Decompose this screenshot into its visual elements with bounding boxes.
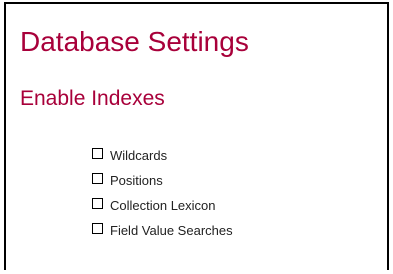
field-value-searches-checkbox[interactable] bbox=[92, 223, 103, 234]
page-title: Database Settings bbox=[20, 26, 249, 57]
index-options-list: Wildcards Positions Collection Lexicon F… bbox=[92, 143, 233, 243]
collection-lexicon-checkbox[interactable] bbox=[92, 198, 103, 209]
option-wildcards[interactable]: Wildcards bbox=[92, 143, 233, 168]
option-collection-lexicon[interactable]: Collection Lexicon bbox=[92, 193, 233, 218]
option-positions[interactable]: Positions bbox=[92, 168, 233, 193]
wildcards-label[interactable]: Wildcards bbox=[110, 148, 167, 164]
collection-lexicon-label[interactable]: Collection Lexicon bbox=[110, 198, 216, 214]
field-value-searches-label[interactable]: Field Value Searches bbox=[110, 223, 233, 239]
option-field-value-searches[interactable]: Field Value Searches bbox=[92, 218, 233, 243]
wildcards-checkbox[interactable] bbox=[92, 148, 103, 159]
positions-label[interactable]: Positions bbox=[110, 173, 163, 189]
section-title: Enable Indexes bbox=[20, 87, 165, 110]
positions-checkbox[interactable] bbox=[92, 173, 103, 184]
